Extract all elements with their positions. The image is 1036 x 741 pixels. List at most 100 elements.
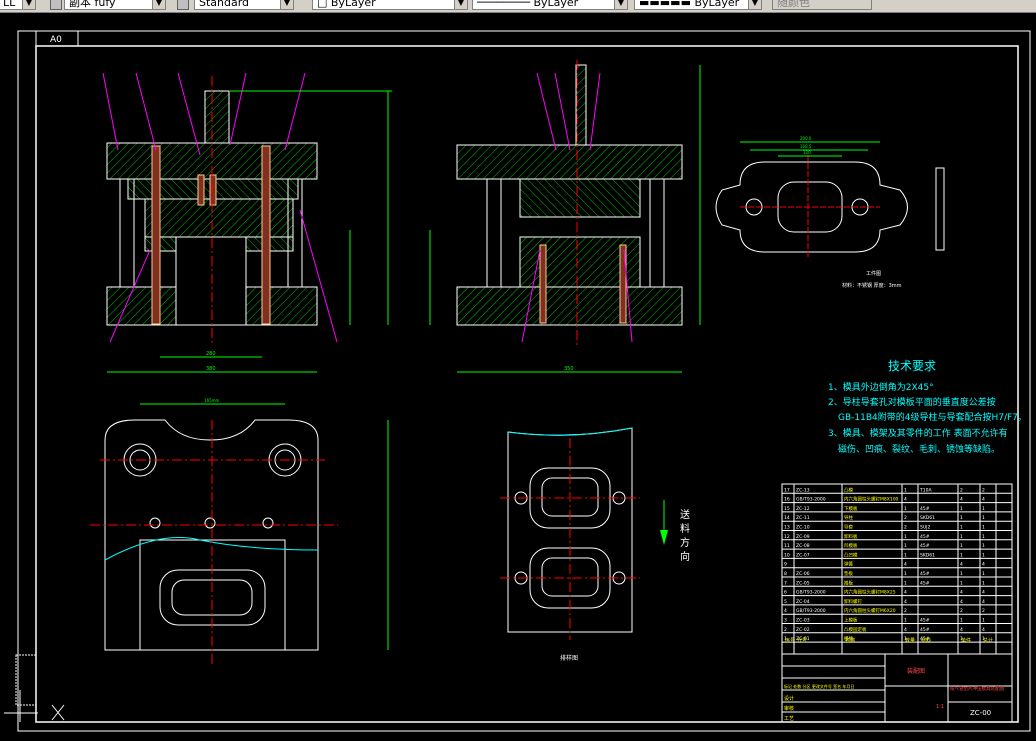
bom-cell-code: GB/T93-2000 <box>796 608 826 614</box>
color-dropdown[interactable]: □ ByLayer ▼ <box>312 0 468 10</box>
bom-cell-code: ZC-02 <box>796 627 810 633</box>
bom-cell-name: 推板 <box>844 579 853 586</box>
side-upper-plate <box>456 144 683 180</box>
drawing-canvas[interactable]: A0 380 280 350 200.0 168.5 120 工件图 材料：不锈… <box>0 13 1036 733</box>
bom-cell-no: 5 <box>784 599 787 605</box>
lineweight-dropdown[interactable]: ▬▬▬▬▬ ByLayer ▼ <box>634 0 762 10</box>
bill-of-materials: 17 ZC-13 凸模 1 T10A 2 216 GB/T93-2000 内六角圆柱头螺钉M8X… <box>781 483 1013 655</box>
bom-cell-material: 45# <box>920 534 930 540</box>
punch-plate <box>144 198 294 238</box>
bom-cell-w: 4 <box>960 497 963 503</box>
pin-hole-2 <box>204 517 216 529</box>
bom-cell-code: ZC-10 <box>796 525 810 531</box>
feed-label-1: 送 <box>680 508 690 521</box>
ucs-icon <box>4 654 65 722</box>
workpiece-title: 工件图 <box>866 270 881 277</box>
pin-hole-1 <box>149 517 161 529</box>
bom-cell-t: 4 <box>982 497 985 503</box>
bom-cell-qty: 4 <box>904 497 907 503</box>
bom-cell-material: SUJ2 <box>920 525 930 531</box>
bom-cell-t: 1 <box>982 525 985 531</box>
bom-cell-t: 1 <box>982 580 985 586</box>
front-section-view: 380 280 <box>102 72 392 373</box>
plot-style-dropdown[interactable]: 随颜色 <box>772 0 872 10</box>
bom-cell-material: 45# <box>920 506 930 512</box>
dim-front-total: 380 <box>206 366 216 372</box>
screw-1 <box>197 174 205 206</box>
feed-label-4: 向 <box>680 550 690 563</box>
bom-cell-name: 凸模固定板 <box>844 626 867 633</box>
bom-cell-qty: 4 <box>904 590 907 596</box>
bom-cell-material: SKD61 <box>920 552 935 558</box>
bom-cell-t: 1 <box>982 506 985 512</box>
bom-cell-t: 1 <box>982 543 985 549</box>
dim-style-dropdown[interactable]: Standard ▼ <box>194 0 294 10</box>
bom-cell-name: 内六角圆柱头螺钉M8X100 <box>844 496 899 503</box>
bom-cell-w: 1 <box>960 543 963 549</box>
bom-cell-code: ZC-06 <box>796 571 810 577</box>
bom-cell-w: 1 <box>960 571 963 577</box>
chevron-down-icon[interactable]: ▼ <box>748 0 761 9</box>
bom-cell-no: 11 <box>784 543 790 549</box>
bom-cell-code: ZC-05 <box>796 580 810 586</box>
assembly-label: 装配图 <box>907 667 925 675</box>
text-style-dropdown[interactable]: 副本 fufy ▼ <box>64 0 166 10</box>
bom-cell-t: 1 <box>982 515 985 521</box>
bom-cell-no: 12 <box>784 534 790 540</box>
side-dims <box>429 65 701 373</box>
bom-cell-material: 45# <box>920 627 930 633</box>
bom-cell-w: 4 <box>960 562 963 568</box>
tech-note-5: 磁伤、凹痕、裂纹、毛刺、锈蚀等缺陷。 <box>838 443 1000 455</box>
chevron-down-icon[interactable]: ▼ <box>22 0 35 9</box>
dim-style-icon[interactable] <box>177 0 189 10</box>
bom-cell-name: 垫板 <box>844 570 853 577</box>
bom-cell-qty: 1 <box>904 506 907 512</box>
bom-cell-w: 1 <box>960 515 963 521</box>
dim-front-bottom: 280 <box>206 351 216 357</box>
side-bolt-left <box>539 244 547 324</box>
chevron-down-icon[interactable]: ▼ <box>280 0 293 9</box>
bolt-right <box>261 145 271 325</box>
chevron-down-icon[interactable]: ▼ <box>614 0 627 9</box>
bom-header-qty: 数量 <box>905 637 915 644</box>
bom-header-material: 材料 <box>921 637 931 644</box>
bom-cell-no: 14 <box>784 515 790 521</box>
plan-view: 165mm <box>90 398 389 665</box>
bom-cell-w: 2 <box>960 487 963 493</box>
tech-note-3: GB-11B4附带的4级导柱与导套配合按H7/F7。 <box>838 411 1027 423</box>
screw-2 <box>209 174 217 206</box>
bom-cell-code: ZC-03 <box>796 618 810 624</box>
bom-cell-t: 4 <box>982 590 985 596</box>
feed-label-3: 方 <box>680 536 690 549</box>
text-style-icon[interactable] <box>50 0 62 10</box>
workpiece-dim-3: 120 <box>803 150 811 155</box>
bom-cell-name: 弹簧 <box>844 561 853 568</box>
bom-cell-code: GB/T93-2000 <box>796 590 826 596</box>
bom-cell-material: 45# <box>920 543 930 549</box>
feed-label-2: 料 <box>680 522 690 535</box>
bom-cell-w: 1 <box>960 618 963 624</box>
sheet-border <box>17 30 1031 732</box>
workpiece-thickness-view <box>935 167 945 251</box>
bom-cell-t: 4 <box>982 562 985 568</box>
bom-cell-qty: 1 <box>904 552 907 558</box>
bom-cell-code: ZC-12 <box>796 506 810 512</box>
side-guide-right <box>649 178 665 288</box>
command-line-bar[interactable] <box>0 733 1036 741</box>
chevron-down-icon[interactable]: ▼ <box>454 0 467 9</box>
die-shank <box>204 90 230 144</box>
workpiece-spec: 材料：不锈钢 厚度：3mm <box>842 282 902 289</box>
linetype-dropdown[interactable]: ──────── ByLayer ▼ <box>472 0 628 10</box>
bom-cell-w: 1 <box>960 506 963 512</box>
bom-cell-qty: 4 <box>904 599 907 605</box>
side-guide-left <box>486 178 502 288</box>
bom-cell-name: 内六角圆柱头螺钉M8X25 <box>844 589 896 596</box>
layer-dropdown[interactable]: LL ▼ <box>0 0 36 10</box>
dim-side-total: 350 <box>564 366 574 372</box>
chevron-down-icon[interactable]: ▼ <box>152 0 165 9</box>
bom-cell-w: 1 <box>960 534 963 540</box>
bom-header-name: 名称 <box>845 637 855 644</box>
drawing-number: ZC-00 <box>970 709 991 717</box>
bom-cell-no: 17 <box>784 487 790 493</box>
bom-cell-material: 45# <box>920 571 930 577</box>
